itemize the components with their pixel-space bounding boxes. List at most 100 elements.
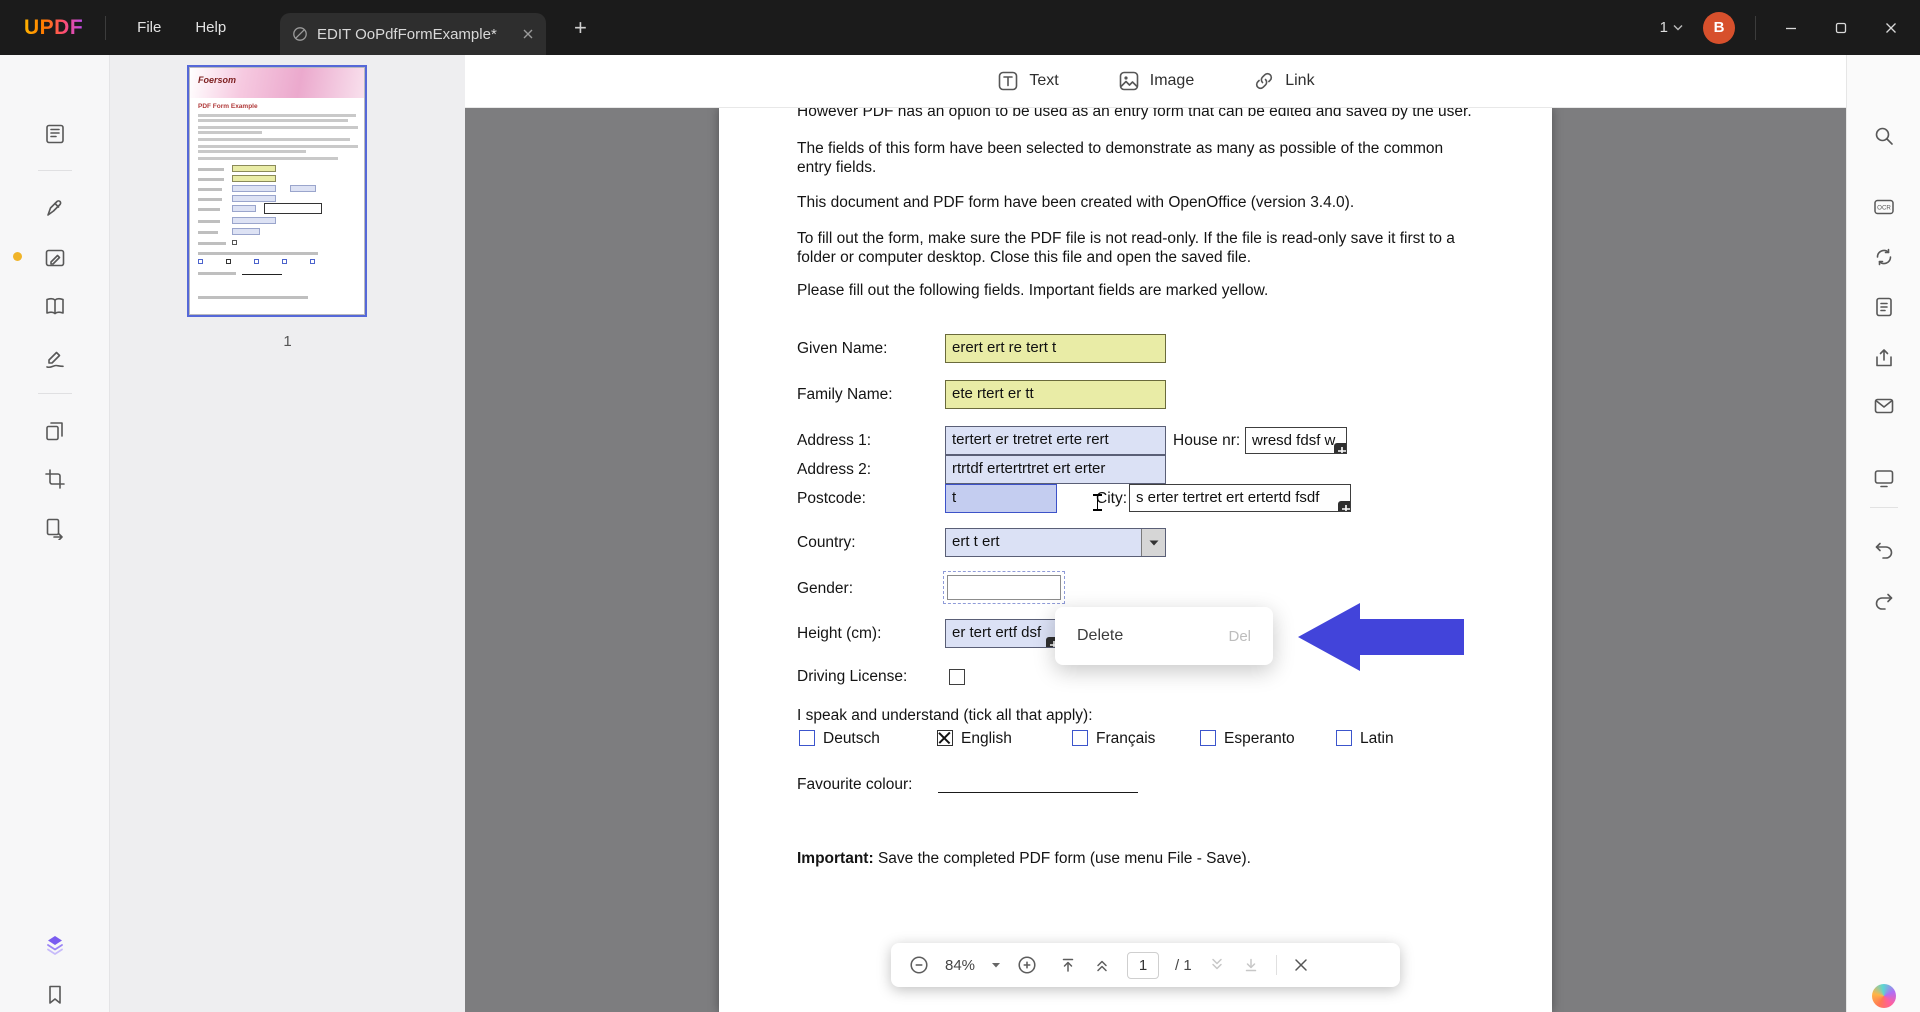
field-given-name[interactable]: erert ert re tert t: [945, 334, 1166, 363]
next-page-button[interactable]: [1208, 956, 1226, 974]
toolbar-divider: [1276, 955, 1277, 975]
layers-button[interactable]: [43, 933, 67, 957]
text-tool-icon: [996, 69, 1020, 93]
annotate-tool-button[interactable]: [43, 196, 67, 220]
right-tool-rail: OCR: [1846, 55, 1920, 1012]
checkbox-latin[interactable]: [1336, 730, 1352, 746]
organize-pages-button[interactable]: [43, 419, 67, 443]
thumbnail-panel-button[interactable]: [43, 122, 67, 146]
mail-button[interactable]: [1872, 394, 1896, 418]
label-esperanto: Esperanto: [1224, 730, 1295, 748]
zoom-out-button[interactable]: [909, 955, 929, 975]
thumbnails-icon: [43, 122, 67, 146]
convert-button[interactable]: [1872, 245, 1896, 269]
close-toolbar-button[interactable]: [1293, 957, 1309, 973]
tool-image-button[interactable]: Image: [1117, 69, 1194, 93]
close-button[interactable]: [1876, 13, 1906, 43]
pointer-arrow-annotation: [1298, 600, 1464, 674]
field-city[interactable]: s erter tertret ert ertertd fsdf: [1129, 484, 1351, 512]
page-thumbnail[interactable]: Foersom PDF Form Example: [189, 67, 365, 315]
label-given-name: Given Name:: [797, 340, 887, 358]
field-address2[interactable]: rtrtdf ertertrtret ert erter: [945, 455, 1166, 484]
organize-pages-icon: [43, 419, 67, 443]
doc-paragraph: This document and PDF form have been cre…: [797, 193, 1354, 212]
thumbnail-page-number: 1: [110, 333, 465, 350]
first-page-button[interactable]: [1059, 956, 1077, 974]
rail-divider: [1870, 507, 1898, 508]
tool-link-label: Link: [1285, 72, 1314, 90]
tool-link-button[interactable]: Link: [1252, 69, 1314, 93]
edit-icon: [43, 246, 67, 270]
new-tab-button[interactable]: +: [566, 0, 595, 55]
ai-assistant-button[interactable]: [1872, 984, 1896, 1008]
document-tab[interactable]: EDIT OoPdfFormExample*: [280, 13, 546, 55]
ocr-button[interactable]: OCR: [1872, 195, 1896, 219]
document-tab-icon: [292, 26, 308, 42]
checkbox-deutsch[interactable]: [799, 730, 815, 746]
zoom-in-button[interactable]: [1017, 955, 1037, 975]
label-address1: Address 1:: [797, 432, 871, 450]
zoom-level[interactable]: 84%: [945, 957, 975, 974]
first-page-icon: [1059, 956, 1077, 974]
share-button[interactable]: [1872, 346, 1896, 370]
menu-help[interactable]: Help: [178, 0, 243, 55]
annotate-pen-icon: [43, 196, 67, 220]
maximize-button[interactable]: [1826, 13, 1856, 43]
pdf-page: However PDF has an option to be used as …: [719, 108, 1552, 1012]
checkbox-english[interactable]: [937, 730, 953, 746]
add-field-badge[interactable]: [1334, 443, 1347, 454]
favourite-colour-line[interactable]: [938, 792, 1138, 793]
avatar[interactable]: B: [1703, 12, 1735, 44]
save-as-button[interactable]: [1872, 295, 1896, 319]
checkbox-francais[interactable]: [1072, 730, 1088, 746]
titlebar-right-group: 1 B: [1660, 0, 1906, 55]
field-city-value: s erter tertret ert ertertd fsdf: [1136, 489, 1319, 506]
checkbox-esperanto[interactable]: [1200, 730, 1216, 746]
field-address1[interactable]: tertert er tretret erte rert: [945, 426, 1166, 455]
important-note-bold: Important:: [797, 850, 874, 867]
field-gender-selection[interactable]: [943, 571, 1065, 604]
ai-assistant-icon: [1872, 984, 1896, 1008]
field-postcode[interactable]: t: [945, 484, 1057, 513]
search-button[interactable]: [1872, 124, 1896, 148]
bookmark-button[interactable]: [43, 983, 67, 1007]
add-field-badge[interactable]: [1338, 501, 1351, 512]
tab-close-icon[interactable]: [522, 28, 534, 40]
label-driving-license: Driving License:: [797, 668, 907, 686]
ocr-icon: OCR: [1872, 195, 1896, 219]
field-family-name[interactable]: ete rtert er tt: [945, 380, 1166, 409]
sign-tool-button[interactable]: [43, 347, 67, 371]
doc-paragraph: The fields of this form have been select…: [797, 139, 1443, 158]
last-page-button[interactable]: [1242, 956, 1260, 974]
slideshow-button[interactable]: [1872, 466, 1896, 490]
label-english: English: [961, 730, 1012, 748]
zoom-toolbar: 84% 1 / 1: [891, 943, 1400, 987]
field-country-dropdown[interactable]: ert t ert: [945, 528, 1166, 557]
field-height[interactable]: er tert ertf dsf: [945, 619, 1059, 648]
redo-button[interactable]: [1872, 589, 1896, 613]
zoom-dropdown-button[interactable]: [991, 962, 1001, 969]
reader-tool-button[interactable]: [43, 294, 67, 318]
context-menu-delete[interactable]: Delete Del: [1055, 607, 1273, 665]
menu-file[interactable]: File: [120, 0, 178, 55]
bookmark-icon: [43, 983, 67, 1007]
field-gender[interactable]: [947, 575, 1061, 600]
tool-text-button[interactable]: Text: [996, 69, 1058, 93]
edit-tool-button[interactable]: [43, 246, 67, 270]
layers-icon: [43, 933, 67, 957]
previous-page-button[interactable]: [1093, 956, 1111, 974]
book-icon: [43, 294, 67, 318]
crop-pages-button[interactable]: [43, 467, 67, 491]
extract-pages-button[interactable]: [43, 516, 67, 540]
label-francais: Français: [1096, 730, 1155, 748]
field-house-nr[interactable]: wresd fdsf w: [1245, 427, 1347, 454]
left-arrow-icon: [1298, 600, 1464, 674]
undo-button[interactable]: [1872, 538, 1896, 562]
tab-count-dropdown[interactable]: 1: [1660, 19, 1683, 36]
checkbox-driving-license[interactable]: [949, 669, 965, 685]
country-dropdown-button[interactable]: [1141, 529, 1165, 556]
double-chevron-down-icon: [1208, 956, 1226, 974]
minimize-button[interactable]: [1776, 13, 1806, 43]
close-icon: [1884, 21, 1898, 35]
page-number-input[interactable]: 1: [1127, 952, 1159, 979]
